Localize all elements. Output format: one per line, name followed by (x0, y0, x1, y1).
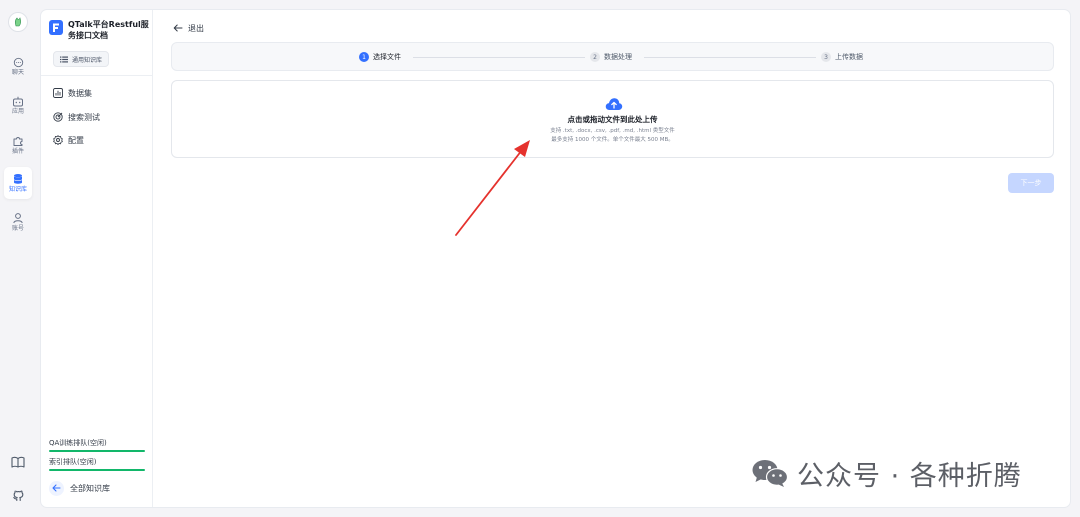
rail-label: 知识库 (8, 185, 27, 193)
app-rail: 聊天 应用 插件 知识库 账号 (0, 0, 36, 517)
rail-item-account[interactable]: 账号 (4, 206, 32, 238)
nav-label: 配置 (68, 135, 84, 145)
kb-type-badge: 通用知识库 (53, 51, 110, 67)
list-icon (60, 56, 68, 62)
kb-avatar-icon (49, 20, 63, 35)
watermark-text: 公众号 · 各种折腾 (797, 460, 1022, 492)
nav-item-config[interactable]: 配置 (53, 132, 84, 148)
upload-title: 点击或拖动文件到此处上传 (567, 115, 658, 124)
all-kb-label: 全部知识库 (70, 483, 110, 493)
kb-sidebar: QTalk平台Restful服务接口文档 通用知识库 数据集 搜索测试 配置 Q… (41, 10, 153, 507)
step-data-processing: 2 数据处理 (590, 52, 632, 62)
kb-type-label: 通用知识库 (72, 56, 103, 64)
gear-icon (53, 135, 63, 145)
step-number: 1 (359, 52, 369, 62)
plugin-icon (13, 136, 23, 146)
exit-label: 退出 (188, 23, 204, 33)
rail-label: 账号 (11, 224, 24, 232)
nav-item-datasets[interactable]: 数据集 (53, 85, 92, 101)
step-label: 数据处理 (604, 53, 632, 61)
github-button[interactable] (8, 485, 28, 505)
upload-tip-limits: 最多支持 1000 个文件。单个文件最大 500 MB。 (551, 137, 674, 143)
content-area: 退出 1 选择文件 2 数据处理 3 上传数据 点击或拖动文件到此处上传 支持 … (153, 10, 1070, 507)
docs-button[interactable] (8, 452, 28, 472)
github-icon (12, 490, 23, 501)
nav-label: 数据集 (68, 88, 92, 98)
rail-label: 聊天 (11, 69, 24, 76)
back-arrow-icon (49, 480, 64, 496)
divider (41, 75, 153, 76)
chat-icon (13, 57, 23, 68)
index-queue-status: 索引排队(空闲) (49, 457, 145, 471)
kb-title: QTalk平台Restful服务接口文档 (68, 20, 149, 40)
all-knowledge-base-link[interactable]: 全部知识库 (49, 480, 110, 496)
rail-item-knowledge[interactable]: 知识库 (4, 167, 32, 199)
step-indicator: 1 选择文件 2 数据处理 3 上传数据 (171, 42, 1054, 71)
queue-label: QA训练排队(空闲) (49, 439, 107, 447)
target-icon (53, 112, 63, 122)
database-icon (14, 173, 22, 184)
queue-progress-bar (49, 450, 145, 452)
step-connector (413, 57, 585, 58)
rail-item-plugins[interactable]: 插件 (4, 129, 32, 161)
nav-label: 搜索测试 (68, 112, 100, 122)
file-upload-dropzone[interactable]: 点击或拖动文件到此处上传 支持 .txt, .docx, .csv, .pdf,… (171, 80, 1054, 158)
step-number: 3 (821, 52, 831, 62)
app-logo[interactable] (8, 12, 28, 32)
robot-icon (13, 96, 23, 107)
rail-label: 插件 (11, 147, 24, 155)
step-select-file: 1 选择文件 (359, 52, 401, 62)
step-label: 上传数据 (835, 53, 863, 61)
watermark: 公众号 · 各种折腾 (751, 454, 1022, 492)
step-label: 选择文件 (373, 53, 401, 61)
nav-item-search-test[interactable]: 搜索测试 (53, 109, 100, 125)
main-card: QTalk平台Restful服务接口文档 通用知识库 数据集 搜索测试 配置 Q… (40, 9, 1071, 508)
rail-item-chat[interactable]: 聊天 (4, 51, 32, 83)
queue-label: 索引排队(空闲) (49, 458, 97, 466)
logo-icon (15, 17, 21, 27)
step-connector (644, 57, 816, 58)
user-icon (13, 212, 23, 223)
upload-tip-types: 支持 .txt, .docx, .csv, .pdf, .md, .html 类… (550, 128, 675, 134)
qa-queue-status: QA训练排队(空闲) (49, 438, 145, 452)
wechat-icon (752, 460, 789, 487)
arrow-left-icon (173, 24, 183, 32)
kb-header: QTalk平台Restful服务接口文档 (49, 19, 149, 41)
rail-item-apps[interactable]: 应用 (4, 90, 32, 122)
step-upload-data: 3 上传数据 (821, 52, 863, 62)
exit-button[interactable]: 退出 (173, 22, 204, 34)
step-number: 2 (590, 52, 600, 62)
next-step-button[interactable]: 下一步 (1008, 173, 1054, 193)
cloud-upload-icon (605, 98, 623, 110)
book-icon (11, 456, 25, 468)
queue-progress-bar (49, 469, 145, 471)
bar-chart-icon (53, 88, 63, 98)
rail-label: 应用 (11, 108, 24, 115)
